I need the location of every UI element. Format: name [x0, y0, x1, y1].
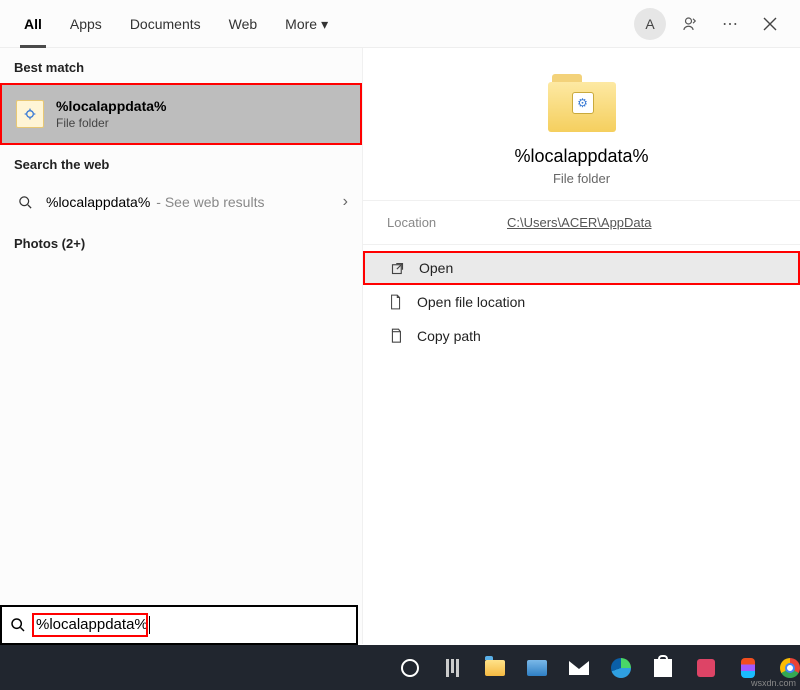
- taskbar-file-explorer[interactable]: [484, 655, 504, 681]
- location-label: Location: [387, 215, 507, 230]
- preview-title: %localappdata%: [514, 146, 648, 167]
- section-best-match: Best match: [0, 48, 362, 83]
- action-open-label: Open: [419, 260, 453, 276]
- tab-documents[interactable]: Documents: [116, 0, 215, 48]
- taskbar-app-generic[interactable]: [695, 655, 715, 681]
- copy-icon: [387, 328, 403, 344]
- file-location-icon: [387, 294, 403, 310]
- chevron-right-icon: ›: [343, 193, 348, 211]
- chevron-down-icon: ▾: [321, 0, 328, 48]
- taskbar-app-printer[interactable]: [527, 655, 547, 681]
- preview-panel: ⚙ %localappdata% File folder Location C:…: [362, 48, 800, 644]
- best-match-result[interactable]: %localappdata% File folder: [0, 83, 362, 145]
- preview-subtitle: File folder: [553, 171, 610, 186]
- web-search-term: %localappdata%: [46, 194, 150, 210]
- tab-more[interactable]: More ▾: [271, 0, 342, 48]
- action-open[interactable]: Open: [363, 251, 800, 285]
- taskbar: [0, 645, 800, 690]
- search-box[interactable]: %localappdata%: [0, 605, 358, 645]
- search-icon: [10, 617, 28, 633]
- web-search-result[interactable]: %localappdata% - See web results ›: [0, 180, 362, 224]
- search-input[interactable]: %localappdata%: [36, 616, 348, 634]
- more-options-icon[interactable]: ⋯: [710, 4, 750, 44]
- best-match-subtitle: File folder: [56, 116, 166, 130]
- user-avatar[interactable]: A: [634, 8, 666, 40]
- search-tabs: All Apps Documents Web More ▾ A ⋯: [0, 0, 800, 48]
- web-search-hint: - See web results: [156, 194, 264, 210]
- taskbar-store[interactable]: [653, 655, 673, 681]
- results-panel: Best match %localappdata% File folder Se…: [0, 48, 362, 644]
- open-icon: [389, 260, 405, 276]
- folder-large-icon: ⚙: [548, 74, 616, 132]
- tab-all[interactable]: All: [10, 0, 56, 48]
- tab-more-label: More: [285, 0, 317, 48]
- preview-details: Location C:\Users\ACER\AppData: [363, 200, 800, 245]
- gear-icon: ⚙: [572, 92, 594, 114]
- watermark: wsxdn.com: [751, 678, 796, 688]
- taskbar-cortana[interactable]: [400, 655, 420, 681]
- tab-web[interactable]: Web: [215, 0, 272, 48]
- taskbar-edge[interactable]: [611, 655, 631, 681]
- folder-icon: [16, 100, 44, 128]
- taskbar-mail[interactable]: [569, 655, 589, 681]
- section-search-web: Search the web: [0, 145, 362, 180]
- taskbar-chrome[interactable]: [780, 655, 800, 681]
- location-value[interactable]: C:\Users\ACER\AppData: [507, 215, 652, 230]
- close-icon[interactable]: [750, 4, 790, 44]
- search-icon: [14, 195, 36, 210]
- feedback-icon[interactable]: [670, 4, 710, 44]
- tab-apps[interactable]: Apps: [56, 0, 116, 48]
- best-match-title: %localappdata%: [56, 98, 166, 114]
- action-open-file-location-label: Open file location: [417, 294, 525, 310]
- action-open-file-location[interactable]: Open file location: [363, 285, 800, 319]
- taskbar-task-view[interactable]: [442, 655, 462, 681]
- taskbar-figma[interactable]: [738, 655, 758, 681]
- section-photos: Photos (2+): [0, 224, 362, 259]
- action-copy-path[interactable]: Copy path: [363, 319, 800, 353]
- action-copy-path-label: Copy path: [417, 328, 481, 344]
